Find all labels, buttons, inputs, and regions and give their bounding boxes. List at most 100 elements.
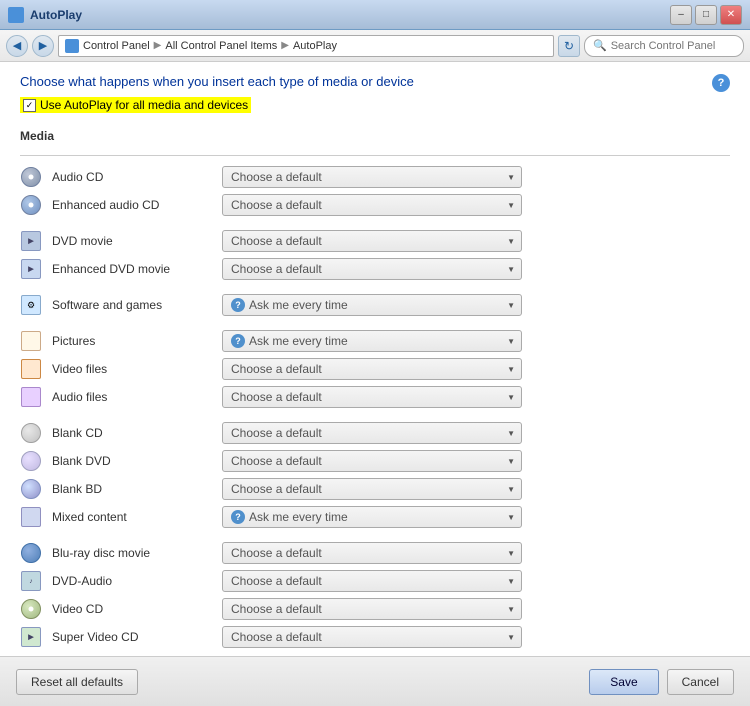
dvd-audio-value: Choose a default xyxy=(231,574,322,588)
video-cd-dropdown[interactable]: Choose a default ▼ xyxy=(222,598,522,620)
address-bar: ◀ ▶ Control Panel ▶ All Control Panel It… xyxy=(0,30,750,62)
pictures-value: ? Ask me every time xyxy=(231,334,348,348)
chevron-down-icon: ▼ xyxy=(507,429,515,438)
page-title: Choose what happens when you insert each… xyxy=(20,74,730,89)
close-button[interactable]: ✕ xyxy=(720,5,742,25)
pictures-icon-container xyxy=(20,330,42,352)
dvd-movie-value: Choose a default xyxy=(231,234,322,248)
address-path[interactable]: Control Panel ▶ All Control Panel Items … xyxy=(58,35,554,57)
cd-enhanced-icon xyxy=(21,195,41,215)
maximize-button[interactable]: □ xyxy=(695,5,717,25)
software-icon: ⚙ xyxy=(20,294,42,316)
blank-bd-label: Blank BD xyxy=(52,482,212,496)
mixed-content-icon xyxy=(21,507,41,527)
media-row: Enhanced audio CD Choose a default ▼ xyxy=(20,194,730,216)
bluray-label: Blu-ray disc movie xyxy=(52,546,212,560)
blank-bd-dropdown[interactable]: Choose a default ▼ xyxy=(222,478,522,500)
reset-all-defaults-button[interactable]: Reset all defaults xyxy=(16,669,138,695)
forward-button[interactable]: ▶ xyxy=(32,35,54,57)
enhanced-dvd-value: Choose a default xyxy=(231,262,322,276)
blank-cd-dropdown[interactable]: Choose a default ▼ xyxy=(222,422,522,444)
breadcrumb-2: All Control Panel Items xyxy=(165,40,277,52)
media-row: ▶ Super Video CD Choose a default ▼ xyxy=(20,626,730,648)
enhanced-dvd-label: Enhanced DVD movie xyxy=(52,262,212,276)
pictures-icon xyxy=(21,331,41,351)
media-row: Video files Choose a default ▼ xyxy=(20,358,730,380)
mixed-content-dropdown[interactable]: ? Ask me every time ▼ xyxy=(222,506,522,528)
dvd-enhanced-icon: ▶ xyxy=(21,259,41,279)
video-cd-value: Choose a default xyxy=(231,602,322,616)
media-section-header: Media xyxy=(20,129,730,147)
blank-cd-label: Blank CD xyxy=(52,426,212,440)
chevron-down-icon: ▼ xyxy=(507,485,515,494)
audio-files-icon xyxy=(21,387,41,407)
audio-files-value: Choose a default xyxy=(231,390,322,404)
blank-dvd-dropdown[interactable]: Choose a default ▼ xyxy=(222,450,522,472)
search-box[interactable]: 🔍 xyxy=(584,35,744,57)
refresh-button[interactable]: ↻ xyxy=(558,35,580,57)
spacer xyxy=(20,222,730,230)
spacer xyxy=(20,322,730,330)
audio-files-label: Audio files xyxy=(52,390,212,404)
chevron-down-icon: ▼ xyxy=(507,365,515,374)
question-icon: ? xyxy=(231,334,245,348)
video-files-dropdown[interactable]: Choose a default ▼ xyxy=(222,358,522,380)
super-video-cd-icon-container: ▶ xyxy=(20,626,42,648)
audio-files-dropdown[interactable]: Choose a default ▼ xyxy=(222,386,522,408)
search-input[interactable] xyxy=(611,40,735,52)
media-row: Mixed content ? Ask me every time ▼ xyxy=(20,506,730,528)
chevron-down-icon: ▼ xyxy=(507,237,515,246)
search-icon: 🔍 xyxy=(593,39,607,52)
spacer xyxy=(20,286,730,294)
back-button[interactable]: ◀ xyxy=(6,35,28,57)
blank-cd-icon xyxy=(21,423,41,443)
software-label: Software and games xyxy=(52,298,212,312)
media-row: ▶ Enhanced DVD movie Choose a default ▼ xyxy=(20,258,730,280)
cancel-button[interactable]: Cancel xyxy=(667,669,734,695)
audio-cd-icon xyxy=(20,166,42,188)
chevron-down-icon: ▼ xyxy=(507,633,515,642)
media-divider xyxy=(20,155,730,156)
help-icon[interactable]: ? xyxy=(712,74,730,92)
blank-bd-icon-container xyxy=(20,478,42,500)
autoplay-checkbox[interactable]: ✓ xyxy=(23,99,36,112)
enhanced-dvd-dropdown[interactable]: Choose a default ▼ xyxy=(222,258,522,280)
title-bar: AutoPlay – □ ✕ xyxy=(0,0,750,30)
dvd-icon: ▶ xyxy=(21,231,41,251)
bluray-disc-icon xyxy=(21,543,41,563)
action-buttons: Save Cancel xyxy=(589,669,734,695)
media-row: Audio files Choose a default ▼ xyxy=(20,386,730,408)
audio-cd-value: Choose a default xyxy=(231,170,322,184)
media-row: ▶ DVD movie Choose a default ▼ xyxy=(20,230,730,252)
enhanced-dvd-icon: ▶ xyxy=(20,258,42,280)
media-row: Blank CD Choose a default ▼ xyxy=(20,422,730,444)
bluray-dropdown[interactable]: Choose a default ▼ xyxy=(222,542,522,564)
dvd-audio-dropdown[interactable]: Choose a default ▼ xyxy=(222,570,522,592)
media-row: Blu-ray disc movie Choose a default ▼ xyxy=(20,542,730,564)
pictures-dropdown[interactable]: ? Ask me every time ▼ xyxy=(222,330,522,352)
dvd-audio-icon-container: ♪ xyxy=(20,570,42,592)
blank-dvd-icon-container xyxy=(20,450,42,472)
super-video-cd-dropdown[interactable]: Choose a default ▼ xyxy=(222,626,522,648)
enhanced-audio-cd-dropdown[interactable]: Choose a default ▼ xyxy=(222,194,522,216)
minimize-button[interactable]: – xyxy=(670,5,692,25)
bluray-icon-container xyxy=(20,542,42,564)
save-button[interactable]: Save xyxy=(589,669,658,695)
blank-bd-value: Choose a default xyxy=(231,482,322,496)
media-row: Pictures ? Ask me every time ▼ xyxy=(20,330,730,352)
video-files-value: Choose a default xyxy=(231,362,322,376)
dvd-movie-dropdown[interactable]: Choose a default ▼ xyxy=(222,230,522,252)
video-files-icon-container xyxy=(20,358,42,380)
breadcrumb: Control Panel xyxy=(83,40,150,52)
question-icon: ? xyxy=(231,298,245,312)
video-cd-icon xyxy=(21,599,41,619)
chevron-down-icon: ▼ xyxy=(507,265,515,274)
title-bar-left: AutoPlay xyxy=(8,7,82,23)
chevron-down-icon: ▼ xyxy=(507,301,515,310)
blank-dvd-value: Choose a default xyxy=(231,454,322,468)
chevron-down-icon: ▼ xyxy=(507,513,515,522)
audio-cd-dropdown[interactable]: Choose a default ▼ xyxy=(222,166,522,188)
mixed-content-value: ? Ask me every time xyxy=(231,510,348,524)
software-dropdown[interactable]: ? Ask me every time ▼ xyxy=(222,294,522,316)
autoplay-checkbox-highlight[interactable]: ✓ Use AutoPlay for all media and devices xyxy=(20,97,251,113)
